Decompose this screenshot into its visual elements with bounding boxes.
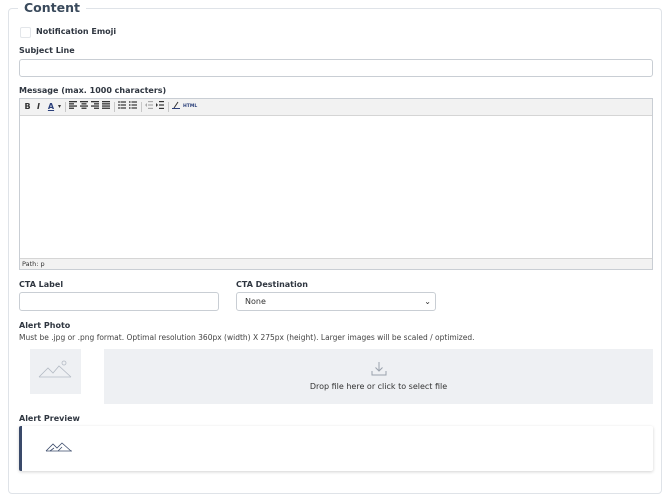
alert-photo-hint: Must be .jpg or .png format. Optimal res… [19,333,475,342]
message-editor[interactable]: B I A ▾ HTML Path: p [19,98,653,270]
bold-button[interactable]: B [23,101,32,112]
chevron-down-icon: ⌄ [424,297,431,306]
cta-destination-select[interactable]: None ⌄ [236,292,436,311]
cta-destination-label: CTA Destination [236,280,308,289]
alert-preview-card [19,426,653,471]
align-center-icon[interactable] [79,101,89,112]
notification-emoji-checkbox[interactable] [20,27,31,38]
font-color-dropdown-icon[interactable]: ▾ [57,101,62,112]
font-color-button[interactable]: A [46,101,56,112]
cta-label-label: CTA Label [19,280,64,289]
photo-dropzone[interactable]: Drop file here or click to select file [104,349,653,404]
alert-preview-label: Alert Preview [19,414,80,423]
clear-formatting-icon[interactable] [171,101,181,112]
download-icon [371,362,387,376]
align-right-icon[interactable] [90,101,100,112]
indent-icon[interactable] [155,101,165,112]
cta-label-input[interactable] [19,292,219,311]
numbered-list-icon[interactable] [128,101,138,112]
alert-photo-label: Alert Photo [19,321,71,330]
italic-button[interactable]: I [34,101,43,112]
image-placeholder-icon [45,442,72,452]
bullet-list-icon[interactable] [117,101,127,112]
outdent-icon[interactable] [144,101,154,112]
cta-destination-value: None [245,297,266,306]
message-label: Message (max. 1000 characters) [19,86,167,95]
subject-line-input[interactable] [19,59,653,77]
section-legend: Content [18,0,86,15]
subject-line-label: Subject Line [19,46,75,55]
image-placeholder-icon [38,360,72,378]
photo-placeholder-thumbnail [30,349,81,394]
editor-toolbar: B I A ▾ HTML [20,99,652,116]
align-justify-icon[interactable] [101,101,111,112]
dropzone-text: Drop file here or click to select file [309,382,448,391]
notification-emoji-label: Notification Emoji [36,27,117,36]
align-left-icon[interactable] [68,101,78,112]
editor-status-path: Path: p [20,258,652,269]
html-source-button[interactable]: HTML [183,101,197,112]
